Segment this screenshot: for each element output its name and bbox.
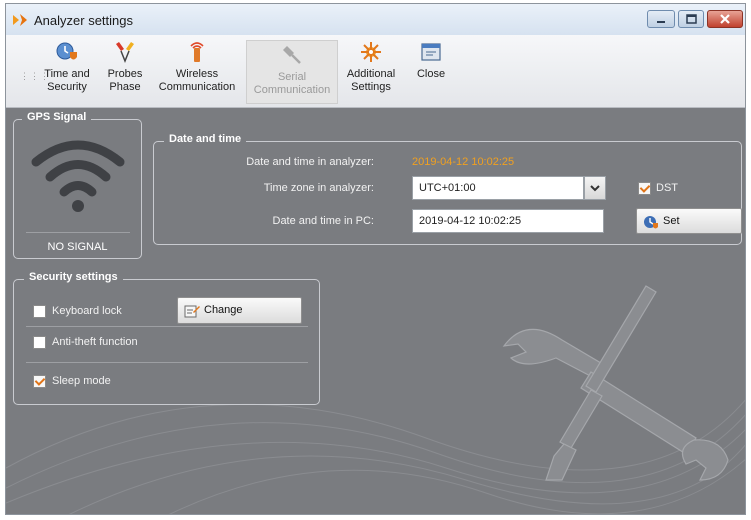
pc-datetime-label: Date and time in PC:: [272, 215, 375, 227]
window-title: Analyzer settings: [34, 13, 133, 28]
analyzer-datetime-value: 2019-04-12 10:02:25: [412, 156, 515, 168]
app-icon: [13, 14, 27, 26]
toolbar-label: Time and: [44, 68, 90, 80]
toolbar-label: Settings: [351, 81, 391, 93]
analyzer-settings-window: Analyzer settings ⋮⋮⋮ Time and Security: [5, 3, 746, 515]
change-button[interactable]: Change: [177, 297, 302, 324]
sleep-mode-label: Sleep mode: [52, 375, 111, 387]
date-time-group: Date and time Date and time in analyzer:…: [153, 133, 742, 245]
set-button-label: Set: [663, 215, 680, 227]
toolbar-probes-phase[interactable]: Probes Phase: [100, 40, 150, 104]
pc-datetime-value: 2019-04-12 10:02:25: [419, 215, 522, 227]
toolbar-label: Close: [416, 68, 446, 80]
title-bar: Analyzer settings: [6, 4, 745, 35]
security-separator: [26, 362, 308, 363]
dst-checkbox[interactable]: [638, 182, 651, 195]
toolbar-wireless-communication[interactable]: Wireless Communication: [152, 40, 242, 104]
close-icon: [720, 14, 730, 24]
toolbar-label: Security: [47, 81, 87, 93]
security-settings-group: Security settings Keyboard lock Change A…: [13, 271, 320, 405]
timezone-select[interactable]: UTC+01:00: [412, 176, 584, 200]
anti-theft-label: Anti-theft function: [52, 336, 138, 348]
toolbar-label: Probes: [107, 68, 143, 80]
timezone-label: Time zone in analyzer:: [263, 182, 374, 194]
timezone-value: UTC+01:00: [419, 182, 476, 194]
close-door-icon: [421, 43, 441, 61]
probes-icon: [116, 42, 134, 64]
gps-signal-title: GPS Signal: [22, 111, 92, 123]
sleep-mode-checkbox[interactable]: [33, 375, 46, 388]
analyzer-datetime-label: Date and time in analyzer:: [246, 156, 374, 168]
toolbar-label: Phase: [109, 81, 141, 93]
toolbar-label: Additional: [346, 68, 396, 80]
chevron-down-icon: [590, 185, 600, 192]
toolbar: ⋮⋮⋮ Time and Security Probes Phase Wirel…: [6, 35, 745, 108]
security-settings-title: Security settings: [24, 271, 123, 283]
pc-datetime-field[interactable]: 2019-04-12 10:02:25: [412, 209, 604, 233]
toolbar-time-security[interactable]: Time and Security: [36, 40, 98, 104]
toolbar-additional-settings[interactable]: Additional Settings: [340, 40, 402, 104]
timezone-dropdown-button[interactable]: [584, 176, 606, 200]
clock-shield-icon: [56, 42, 77, 60]
wifi-signal-icon: [31, 140, 125, 212]
additional-settings-icon: [361, 42, 381, 62]
set-clock-icon: [644, 216, 658, 229]
toolbar-label: Serial: [277, 71, 307, 83]
serial-plug-icon: [283, 46, 301, 64]
gps-status: NO SIGNAL: [47, 241, 108, 253]
gps-signal-group: GPS Signal NO SIGNAL: [13, 111, 142, 259]
toolbar-label: Communication: [253, 84, 331, 96]
toolbar-serial-communication[interactable]: Serial Communication: [246, 40, 338, 104]
toolbar-label: Communication: [158, 81, 236, 93]
keyboard-lock-label: Keyboard lock: [52, 305, 122, 317]
dst-label: DST: [656, 182, 678, 194]
gps-separator: [26, 232, 130, 233]
toolbar-close[interactable]: Close: [408, 40, 454, 104]
anti-theft-checkbox[interactable]: [33, 336, 46, 349]
wireless-icon: [190, 42, 204, 62]
edit-note-icon: [184, 305, 200, 318]
close-window-button[interactable]: [707, 10, 743, 28]
settings-content: GPS Signal NO SIGNAL Date and time Date …: [6, 108, 745, 514]
minimize-icon: [657, 21, 665, 23]
minimize-button[interactable]: [647, 10, 675, 28]
security-separator: [26, 326, 308, 327]
keyboard-lock-checkbox[interactable]: [33, 305, 46, 318]
change-button-label: Change: [204, 304, 243, 316]
set-button[interactable]: Set: [636, 208, 742, 234]
maximize-icon: [686, 14, 697, 24]
maximize-button[interactable]: [678, 10, 704, 28]
toolbar-label: Wireless: [175, 68, 219, 80]
date-time-title: Date and time: [164, 133, 247, 145]
